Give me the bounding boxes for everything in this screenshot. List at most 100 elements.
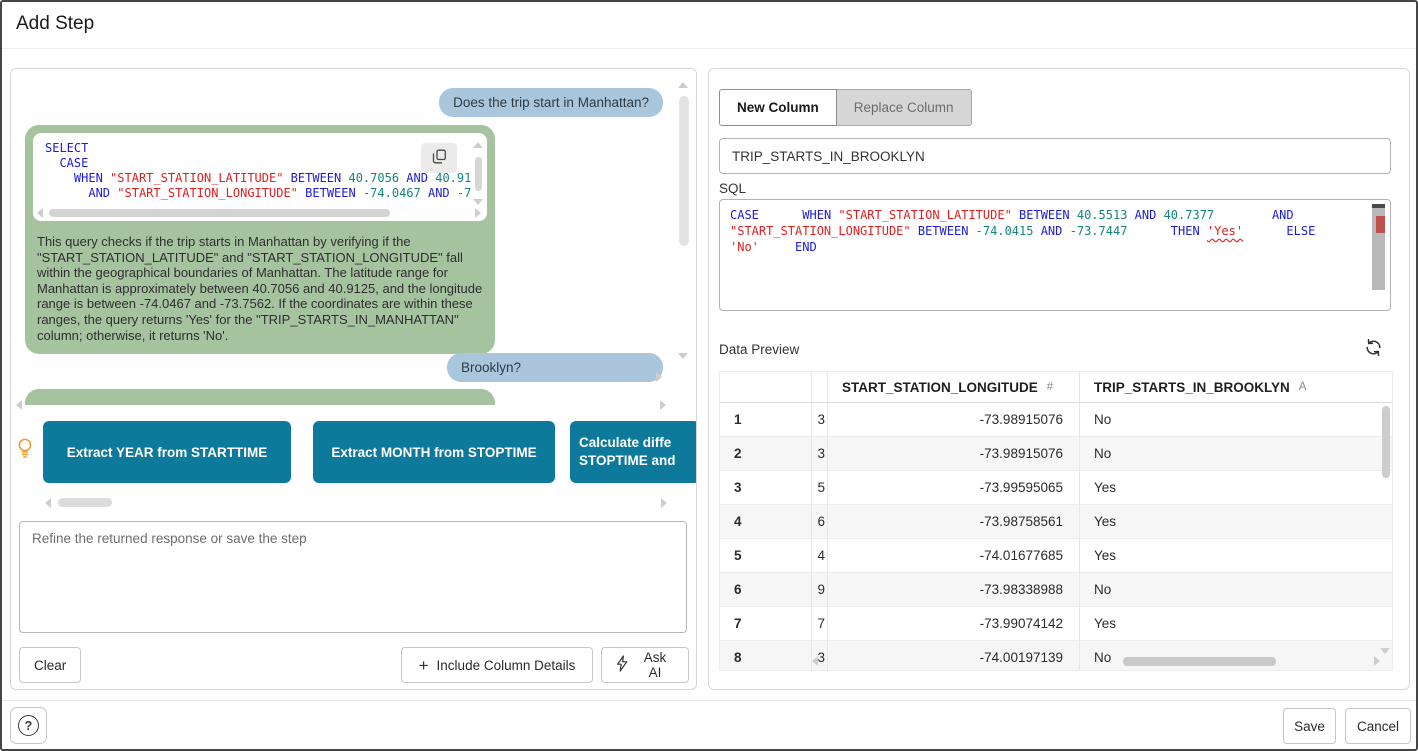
copy-code-button[interactable] (421, 143, 457, 173)
column-editor-panel: New Column Replace Column SQL CASE WHEN … (708, 68, 1410, 690)
table-scroll-down-arrow[interactable] (1380, 648, 1390, 654)
lightning-bolt-icon (616, 655, 628, 675)
refine-prompt-input[interactable] (19, 521, 687, 633)
table-row[interactable]: 46-73.98758561Yes (720, 505, 1392, 539)
help-button[interactable]: ? (10, 707, 47, 744)
assistant-message-partial (25, 389, 495, 405)
row-number-cell: 6 (720, 573, 812, 606)
table-scroll-right-arrow[interactable] (1374, 656, 1380, 666)
table-scroll-left-arrow[interactable] (812, 656, 818, 666)
clipped-cell: 6 (812, 505, 828, 538)
add-step-dialog: Add Step Does the trip start in Manhatta… (0, 0, 1418, 751)
carousel-right-arrow[interactable] (660, 400, 666, 410)
sql-label: SQL (719, 181, 746, 196)
user-message: Does the trip start in Manhattan? (439, 88, 663, 117)
code-vertical-scrollbar[interactable] (475, 157, 482, 191)
row-number-cell: 4 (720, 505, 812, 538)
code-scroll-down-arrow[interactable] (473, 199, 483, 205)
code-scroll-up-arrow[interactable] (473, 142, 483, 148)
table-row[interactable]: 69-73.98338988No (720, 573, 1392, 607)
clipped-cell: 7 (812, 607, 828, 640)
assistant-explanation: This query checks if the trip starts in … (25, 229, 495, 354)
column-header-longitude[interactable]: START_STATION_LONGITUDE # (828, 372, 1080, 402)
sql-editor-text: CASE WHEN "START_STATION_LATITUDE" BETWE… (720, 200, 1390, 255)
row-number-cell: 1 (720, 403, 812, 436)
lightbulb-icon (15, 437, 35, 464)
longitude-cell: -73.99074142 (828, 607, 1080, 640)
clipped-cell: 3 (812, 437, 828, 470)
hidden-column-header (812, 372, 828, 402)
chat-scroll-up-arrow[interactable] (678, 82, 688, 88)
suggestion-button[interactable]: Extract MONTH from STOPTIME (313, 421, 555, 483)
table-row[interactable]: 35-73.99595065Yes (720, 471, 1392, 505)
table-header-row: START_STATION_LONGITUDE # TRIP_STARTS_IN… (720, 372, 1392, 403)
column-name-input[interactable] (719, 138, 1391, 174)
row-number-cell: 2 (720, 437, 812, 470)
brooklyn-cell: Yes (1080, 607, 1392, 640)
assistant-message: SELECT CASE WHEN "START_STATION_LATITUDE… (25, 125, 495, 354)
carousel-left-arrow[interactable] (16, 400, 22, 410)
refresh-icon (1364, 345, 1383, 360)
brooklyn-cell: No (1080, 403, 1392, 436)
column-mode-tabs: New Column Replace Column (719, 89, 972, 126)
page-title: Add Step (16, 13, 94, 35)
clipped-cell: 4 (812, 539, 828, 572)
data-preview-label: Data Preview (719, 342, 799, 357)
question-mark-icon: ? (18, 715, 39, 736)
brooklyn-cell: No (1080, 437, 1392, 470)
data-preview-table: START_STATION_LONGITUDE # TRIP_STARTS_IN… (719, 371, 1393, 671)
sql-editor[interactable]: CASE WHEN "START_STATION_LATITUDE" BETWE… (719, 199, 1391, 311)
footer-divider (2, 700, 1416, 701)
table-body: 13-73.98915076No23-73.98915076No35-73.99… (720, 403, 1392, 671)
code-scroll-left-arrow[interactable] (37, 208, 43, 218)
plus-icon: + (419, 657, 429, 674)
code-scroll-right-arrow[interactable] (475, 208, 481, 218)
clear-button[interactable]: Clear (19, 647, 81, 683)
longitude-cell: -74.01677685 (828, 539, 1080, 572)
suggestion-button[interactable]: Extract YEAR from STARTTIME (43, 421, 291, 483)
chat-vertical-scrollbar[interactable] (679, 96, 689, 246)
include-column-details-button[interactable]: + Include Column Details (401, 647, 593, 683)
table-row[interactable]: 23-73.98915076No (720, 437, 1392, 471)
brooklyn-cell: Yes (1080, 471, 1392, 504)
table-row[interactable]: 54-74.01677685Yes (720, 539, 1392, 573)
chat-scroll-down-arrow[interactable] (678, 353, 688, 359)
code-horizontal-scrollbar[interactable] (49, 209, 465, 217)
table-row[interactable]: 13-73.98915076No (720, 403, 1392, 437)
clipped-cell: 5 (812, 471, 828, 504)
numeric-type-icon: # (1047, 381, 1053, 393)
refresh-button[interactable] (1361, 337, 1385, 361)
brooklyn-cell: Yes (1080, 505, 1392, 538)
editor-overview-ruler[interactable] (1372, 204, 1385, 290)
ruler-error-marker (1376, 216, 1385, 233)
clipped-cell: 3 (812, 403, 828, 436)
suggestions-scroll-left-arrow[interactable] (45, 498, 51, 508)
table-row[interactable]: 77-73.99074142Yes (720, 607, 1392, 641)
longitude-cell: -73.99595065 (828, 471, 1080, 504)
dialog-header: Add Step (2, 2, 1416, 49)
ruler-position-marker (1372, 204, 1385, 208)
user-message: Brooklyn? (447, 353, 663, 382)
row-number-cell: 8 (720, 641, 812, 671)
tab-replace-column[interactable]: Replace Column (837, 89, 972, 126)
text-type-icon: A (1299, 381, 1307, 393)
table-vertical-scrollbar[interactable] (1382, 406, 1390, 478)
suggestions-scroll-right-arrow[interactable] (661, 498, 667, 508)
copy-icon (432, 149, 447, 167)
longitude-cell: -73.98758561 (828, 505, 1080, 538)
row-number-cell: 7 (720, 607, 812, 640)
sql-code-snippet: SELECT CASE WHEN "START_STATION_LATITUDE… (33, 133, 487, 221)
message-scroll-right-arrow[interactable] (656, 372, 662, 382)
column-header-brooklyn[interactable]: TRIP_STARTS_IN_BROOKLYN A (1080, 372, 1392, 402)
longitude-cell: -73.98338988 (828, 573, 1080, 606)
row-number-cell: 3 (720, 471, 812, 504)
save-button[interactable]: Save (1283, 708, 1336, 744)
cancel-button[interactable]: Cancel (1345, 708, 1411, 744)
table-horizontal-scrollbar[interactable] (824, 657, 1368, 667)
suggestion-button[interactable]: Calculate diffe STOPTIME and (570, 421, 697, 483)
chat-panel: Does the trip start in Manhattan? SELECT… (10, 68, 697, 690)
row-number-header (720, 372, 812, 402)
suggestions-horizontal-scrollbar[interactable] (58, 498, 112, 507)
ask-ai-button[interactable]: Ask AI (601, 647, 689, 683)
tab-new-column[interactable]: New Column (719, 89, 837, 126)
